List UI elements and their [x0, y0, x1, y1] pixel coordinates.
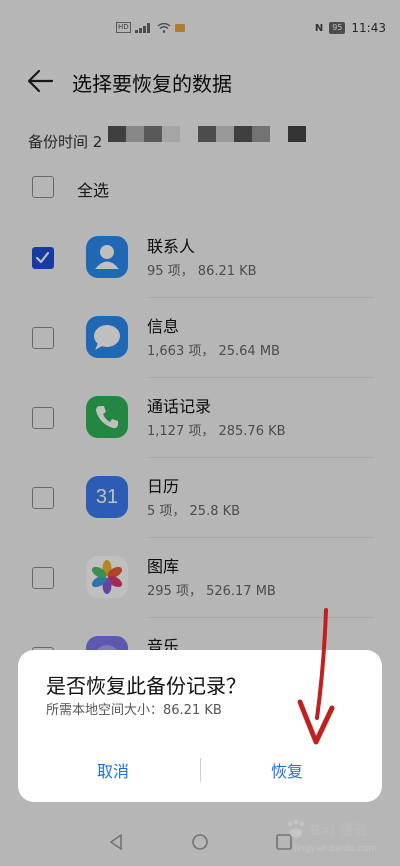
- button-separator: [200, 758, 201, 782]
- cancel-button[interactable]: 取消: [28, 746, 198, 794]
- dialog-message: 所需本地空间大小：86.21 KB: [46, 703, 222, 718]
- screen: HD N 95 11:43 选择要恢复的数据 备份时间 2 全选 联系人 95 …: [0, 0, 400, 866]
- watermark-text: Bai 经验: [310, 823, 368, 839]
- dialog-title: 是否恢复此备份记录？: [46, 674, 246, 698]
- baidu-watermark: Bai 经验 jingyan.baidu.com: [282, 816, 392, 862]
- red-arrow-icon: [297, 608, 335, 745]
- watermark-url: jingyan.baidu.com: [294, 844, 378, 854]
- paw-logo-icon: [287, 819, 305, 838]
- restore-button[interactable]: 恢复: [202, 746, 372, 794]
